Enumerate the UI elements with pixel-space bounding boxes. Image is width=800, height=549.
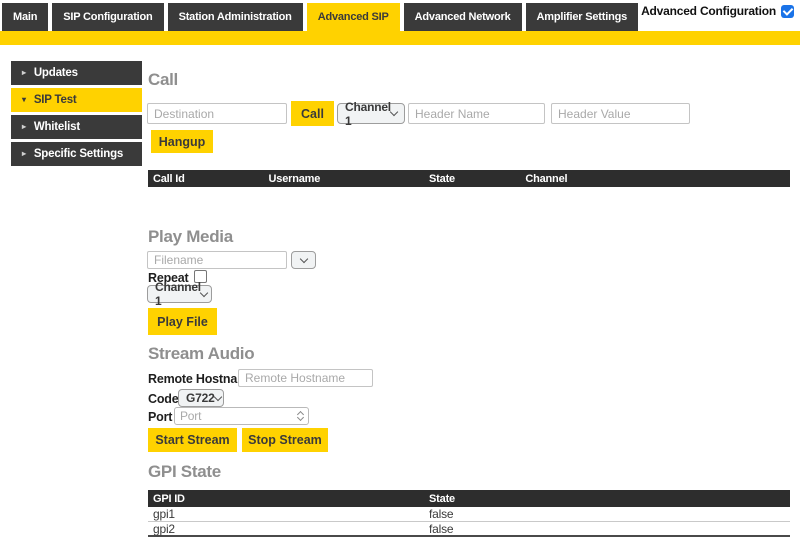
call-heading: Call [148, 70, 178, 90]
sidebar-item-label: Whitelist [34, 121, 80, 133]
advanced-configuration-checkbox[interactable] [781, 5, 794, 18]
tab-advanced-network[interactable]: Advanced Network [404, 3, 522, 31]
call-table-col-channel: Channel [520, 173, 790, 185]
destination-input[interactable] [147, 103, 287, 124]
start-stream-button[interactable]: Start Stream [148, 428, 237, 452]
header-value-input[interactable] [551, 103, 690, 124]
tab-advanced-sip[interactable]: Advanced SIP [307, 3, 400, 31]
chevron-down-icon [390, 108, 398, 116]
codec-select[interactable]: G722 [178, 389, 224, 407]
tab-amplifier-settings[interactable]: Amplifier Settings [526, 3, 639, 31]
gpi-id-cell: gpi2 [148, 522, 424, 536]
gpi-table: GPI ID State gpi1 false gpi2 false [148, 490, 790, 537]
gpi-state-heading: GPI State [148, 462, 221, 482]
play-media-channel-select[interactable]: Channel 1 [147, 285, 212, 303]
stop-stream-button[interactable]: Stop Stream [242, 428, 328, 452]
tab-sip-configuration[interactable]: SIP Configuration [52, 3, 163, 31]
call-channel-select-value: Channel 1 [345, 100, 391, 128]
remote-hostname-input[interactable] [238, 369, 373, 387]
tab-main[interactable]: Main [2, 3, 48, 31]
play-media-channel-select-value: Channel 1 [155, 280, 201, 308]
sidebar-item-updates[interactable]: ▸ Updates [11, 61, 142, 85]
call-table-col-username: Username [264, 173, 425, 185]
accent-bar [0, 31, 800, 45]
sidebar-item-label: SIP Test [34, 94, 77, 106]
chevron-right-icon: ▸ [22, 69, 26, 77]
chevron-down-icon [299, 254, 307, 262]
call-table-col-state: State [424, 173, 520, 185]
gpi-state-cell: false [424, 507, 790, 521]
gpi-table-col-state: State [424, 493, 790, 505]
gpi-state-cell: false [424, 522, 790, 536]
play-file-button[interactable]: Play File [148, 308, 217, 335]
port-input[interactable]: Port [174, 407, 309, 425]
filename-input[interactable] [147, 251, 287, 269]
table-row: gpi2 false [148, 522, 790, 537]
play-media-heading: Play Media [148, 227, 233, 247]
advanced-configuration-control: Advanced Configuration [641, 4, 794, 18]
app-window: Main SIP Configuration Station Administr… [0, 0, 800, 549]
call-table: Call Id Username State Channel [148, 170, 790, 187]
chevron-down-icon: ▾ [22, 96, 26, 104]
port-placeholder: Port [180, 409, 201, 423]
sidebar: ▸ Updates ▾ SIP Test ▸ Whitelist ▸ Speci… [11, 61, 142, 166]
hangup-button[interactable]: Hangup [151, 130, 213, 153]
sidebar-item-specific-settings[interactable]: ▸ Specific Settings [11, 142, 142, 166]
port-label: Port [148, 410, 172, 424]
chevron-right-icon: ▸ [22, 150, 26, 158]
header-name-input[interactable] [408, 103, 545, 124]
sidebar-item-whitelist[interactable]: ▸ Whitelist [11, 115, 142, 139]
call-button[interactable]: Call [291, 101, 334, 126]
filename-dropdown-button[interactable] [291, 251, 316, 269]
call-table-header: Call Id Username State Channel [148, 170, 790, 187]
stream-audio-heading: Stream Audio [148, 344, 254, 364]
gpi-table-col-id: GPI ID [148, 493, 424, 505]
top-tab-bar: Main SIP Configuration Station Administr… [2, 3, 638, 31]
table-row: gpi1 false [148, 507, 790, 522]
call-channel-select[interactable]: Channel 1 [337, 103, 405, 124]
sidebar-item-label: Specific Settings [34, 148, 123, 160]
tab-station-administration[interactable]: Station Administration [168, 3, 303, 31]
chevron-right-icon: ▸ [22, 123, 26, 131]
advanced-configuration-label: Advanced Configuration [641, 4, 776, 18]
number-spinner-icon[interactable] [298, 412, 303, 420]
gpi-table-header: GPI ID State [148, 490, 790, 507]
sidebar-item-sip-test[interactable]: ▾ SIP Test [11, 88, 142, 112]
sidebar-item-label: Updates [34, 67, 78, 79]
codec-select-value: G722 [186, 391, 215, 405]
chevron-down-icon [200, 288, 208, 296]
call-table-col-callid: Call Id [148, 173, 264, 185]
gpi-id-cell: gpi1 [148, 507, 424, 521]
